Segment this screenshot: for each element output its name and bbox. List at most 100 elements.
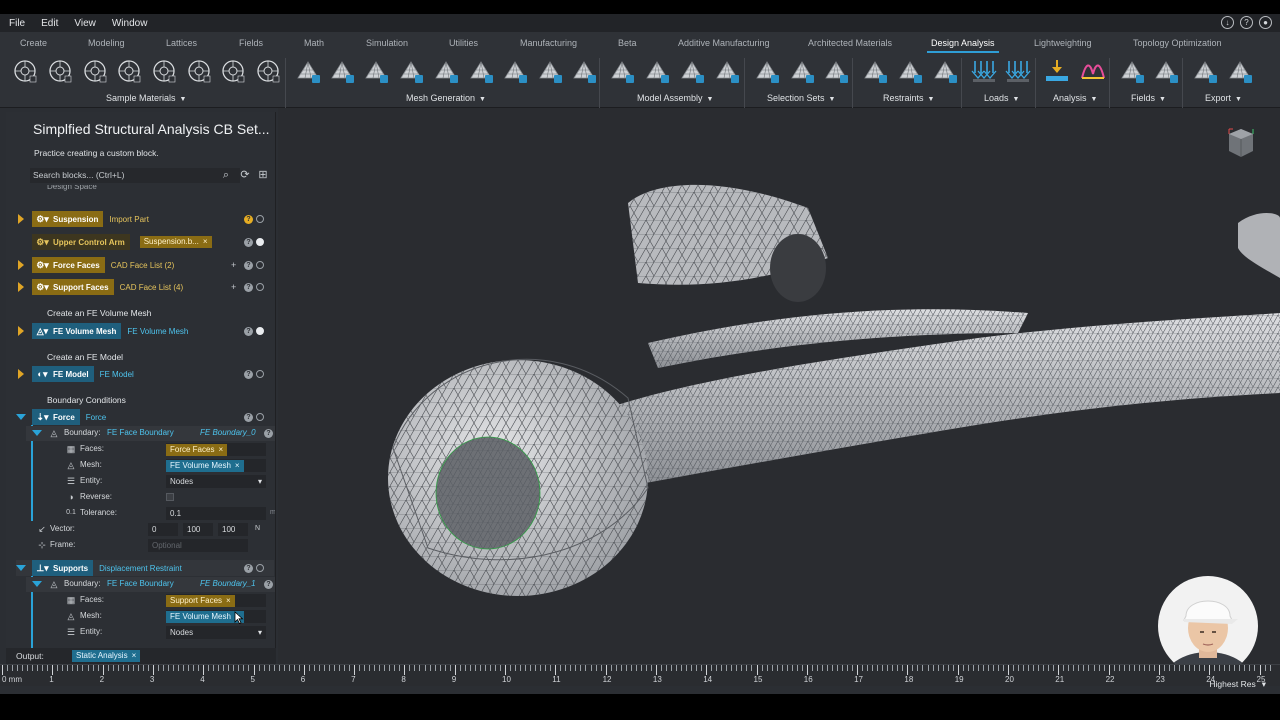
group-model-assembly[interactable]: Model Assembly ▼	[637, 93, 713, 103]
mesh-box-icon[interactable]	[500, 56, 530, 86]
vector-z-input[interactable]: 100	[218, 523, 248, 536]
restraint-support-icon[interactable]	[895, 56, 925, 86]
material-sphere-icon[interactable]	[80, 56, 110, 86]
collapse-icon[interactable]	[32, 430, 42, 436]
block-head[interactable]: ◬▾ FE Volume Mesh	[32, 323, 122, 339]
material-sphere-icon[interactable]	[218, 56, 248, 86]
mesh-sphere-icon[interactable]	[327, 56, 357, 86]
mesh-field[interactable]: FE Volume Mesh×	[166, 610, 266, 623]
group-analysis[interactable]: Analysis ▼	[1053, 93, 1097, 103]
help-icon[interactable]: ?	[244, 327, 253, 336]
entity-select[interactable]: Nodes	[166, 475, 266, 488]
export-file-icon[interactable]	[1190, 56, 1220, 86]
load-force-icon[interactable]	[969, 56, 999, 86]
mesh-split-icon[interactable]	[569, 56, 599, 86]
field-stress-icon[interactable]	[1117, 56, 1147, 86]
mesh-sphere-icon[interactable]	[293, 56, 323, 86]
block-head[interactable]: ⚙▾ Upper Control Arm	[32, 234, 130, 250]
close-icon[interactable]: ×	[235, 461, 240, 470]
group-export[interactable]: Export ▼	[1205, 93, 1242, 103]
search-blocks-input[interactable]: Search blocks... (Ctrl+L)	[30, 168, 240, 183]
help-icon[interactable]: ?	[244, 215, 253, 224]
tab-utilities[interactable]: Utilities	[449, 38, 478, 48]
tab-manufacturing[interactable]: Manufacturing	[520, 38, 577, 48]
expand-icon[interactable]	[18, 260, 24, 270]
block-row-suspension[interactable]: ⚙▾ Suspension Import Part ?	[16, 211, 274, 227]
user-icon[interactable]: ●	[1259, 16, 1272, 29]
model-part-icon[interactable]	[607, 56, 637, 86]
tab-design-analysis[interactable]: Design Analysis	[927, 38, 999, 53]
mesh-surface-icon[interactable]	[466, 56, 496, 86]
block-head[interactable]: ⚙▾ Suspension	[32, 211, 104, 227]
collapse-icon[interactable]	[16, 565, 26, 571]
close-icon[interactable]: ×	[132, 651, 137, 660]
download-icon[interactable]: ↓	[1221, 16, 1234, 29]
load-pressure-icon[interactable]	[1003, 56, 1033, 86]
tab-lightweighting[interactable]: Lightweighting	[1034, 38, 1092, 48]
tab-topology-optimization[interactable]: Topology Optimization	[1133, 38, 1222, 48]
tab-math[interactable]: Math	[304, 38, 324, 48]
visibility-icon[interactable]	[256, 261, 264, 269]
vector-x-input[interactable]: 0	[148, 523, 178, 536]
input-chip[interactable]: Suspension.b... ×	[139, 236, 212, 248]
block-row-support-faces[interactable]: ⚙▾ Support Faces CAD Face List (4) + ?	[16, 279, 274, 295]
block-row-fe-volume-mesh[interactable]: ◬▾ FE Volume Mesh FE Volume Mesh ?	[16, 323, 274, 339]
refresh-icon[interactable]: ⟳	[238, 168, 252, 182]
visibility-icon[interactable]	[256, 370, 264, 378]
expand-icon[interactable]	[18, 369, 24, 379]
group-selection-sets[interactable]: Selection Sets ▼	[767, 93, 835, 103]
mesh-globe-icon[interactable]	[535, 56, 565, 86]
faces-field[interactable]: Support Faces ×	[166, 594, 266, 607]
entity-select[interactable]: Nodes	[166, 626, 266, 639]
mesh-triangle-icon[interactable]	[361, 56, 391, 86]
visibility-icon[interactable]	[256, 327, 264, 335]
mesh-chip[interactable]: FE Volume Mesh×	[166, 611, 244, 623]
supports-boundary-row[interactable]: ◬ Boundary: FE Face Boundary FE Boundary…	[26, 577, 275, 592]
selection-part-icon[interactable]	[821, 56, 851, 86]
meshed-control-arm-model[interactable]	[278, 108, 1280, 664]
block-row-supports[interactable]: ⊥▾ Supports Displacement Restraint ?	[16, 560, 274, 576]
analysis-static-icon[interactable]	[1042, 56, 1072, 86]
help-icon[interactable]: ?	[244, 238, 253, 247]
material-sphere-icon[interactable]	[253, 56, 283, 86]
group-fields[interactable]: Fields ▼	[1131, 93, 1166, 103]
restraint-table-icon[interactable]	[930, 56, 960, 86]
add-block-icon[interactable]: ⊞	[256, 168, 270, 182]
material-sphere-icon[interactable]	[45, 56, 75, 86]
faces-chip[interactable]: Force Faces ×	[166, 444, 228, 456]
help-icon[interactable]: ?	[244, 283, 253, 292]
collapse-icon[interactable]	[32, 581, 42, 587]
visibility-icon[interactable]	[256, 215, 264, 223]
expand-icon[interactable]	[18, 326, 24, 336]
tolerance-input[interactable]: 0.1	[166, 507, 266, 520]
block-head[interactable]: ⚙▾ Support Faces	[32, 279, 114, 295]
export-model-icon[interactable]	[1225, 56, 1255, 86]
tab-create[interactable]: Create	[20, 38, 47, 48]
3d-viewport[interactable]	[278, 108, 1280, 664]
tab-simulation[interactable]: Simulation	[366, 38, 408, 48]
block-head[interactable]: ◐▾ FE Model	[32, 366, 94, 382]
help-icon[interactable]: ?	[244, 370, 253, 379]
mesh-field[interactable]: FE Volume Mesh×	[166, 459, 266, 472]
block-head[interactable]: ⇣▾ Force	[32, 409, 80, 425]
vector-y-input[interactable]: 100	[183, 523, 213, 536]
tab-lattices[interactable]: Lattices	[166, 38, 197, 48]
group-mesh-generation[interactable]: Mesh Generation ▼	[406, 93, 486, 103]
faces-chip[interactable]: Support Faces ×	[166, 595, 235, 607]
search-icon[interactable]: ⌕	[219, 168, 233, 182]
tab-beta[interactable]: Beta	[618, 38, 637, 48]
menu-edit[interactable]: Edit	[41, 18, 58, 29]
visibility-icon[interactable]	[256, 283, 264, 291]
help-icon[interactable]: ?	[244, 261, 253, 270]
material-sphere-icon[interactable]	[184, 56, 214, 86]
material-sphere-icon[interactable]	[114, 56, 144, 86]
block-row-upper-control-arm[interactable]: ⚙▾ Upper Control Arm Suspension.b... × ?	[16, 234, 274, 250]
material-sphere-icon[interactable]	[10, 56, 40, 86]
frame-input[interactable]: Optional	[148, 539, 248, 552]
selection-sphere-icon[interactable]	[752, 56, 782, 86]
reverse-checkbox[interactable]	[166, 493, 174, 501]
mesh-surface-icon[interactable]	[431, 56, 461, 86]
block-row-fe-model[interactable]: ◐▾ FE Model FE Model ?	[16, 366, 274, 382]
analysis-modal-icon[interactable]	[1078, 56, 1108, 86]
collapse-icon[interactable]	[16, 414, 26, 420]
